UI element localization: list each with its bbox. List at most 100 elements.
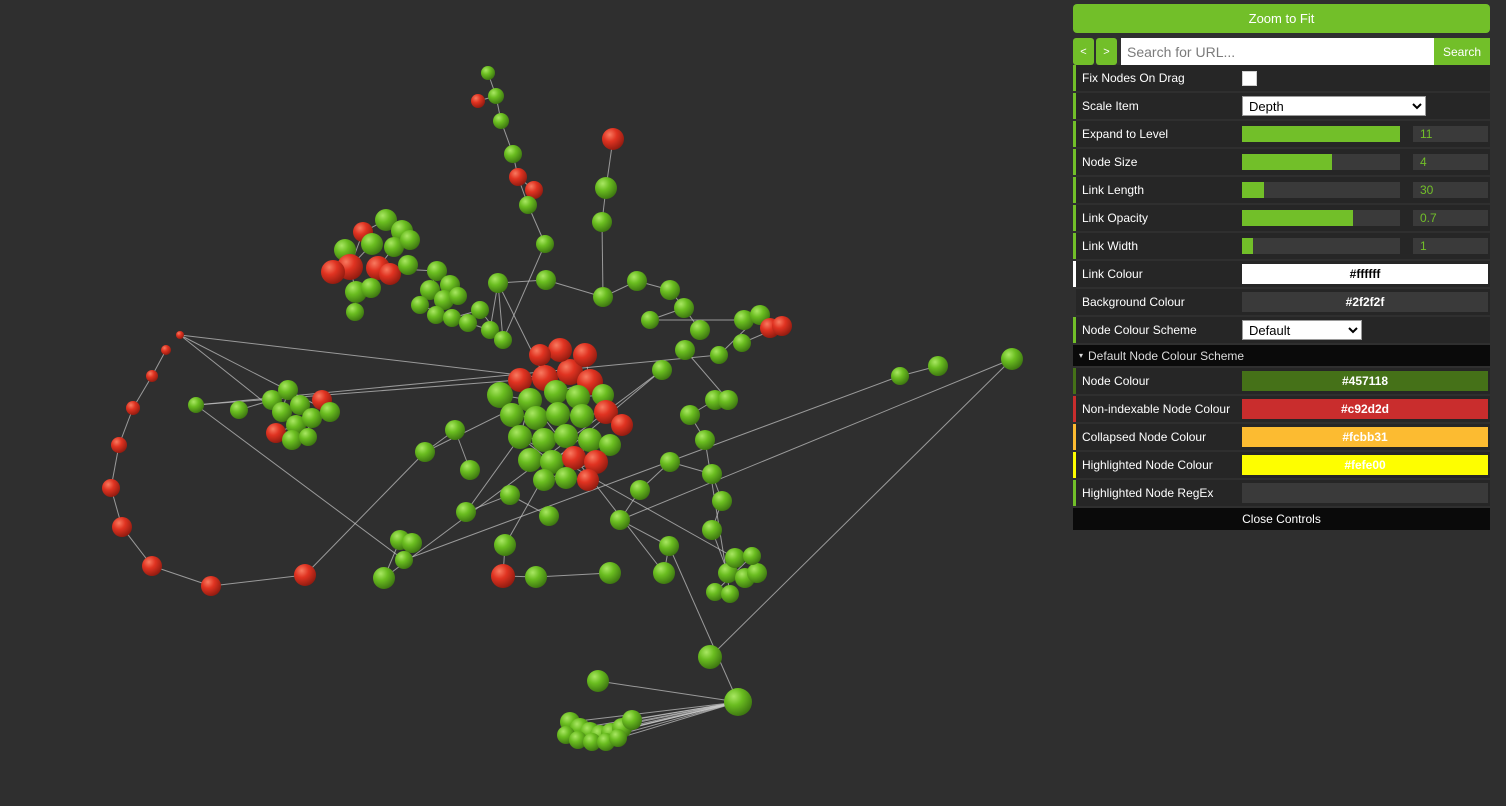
fix-nodes-on-drag-checkbox[interactable]: [1242, 70, 1257, 86]
graph-node-indexable[interactable]: [674, 298, 694, 318]
graph-node-indexable[interactable]: [488, 273, 508, 293]
graph-node-non-indexable[interactable]: [573, 343, 597, 367]
graph-node-indexable[interactable]: [443, 309, 461, 327]
link-colour-swatch[interactable]: #ffffff: [1242, 264, 1488, 284]
search-prev-button[interactable]: <: [1073, 38, 1094, 65]
graph-node-non-indexable[interactable]: [102, 479, 120, 497]
graph-node-indexable[interactable]: [747, 563, 767, 583]
graph-node-non-indexable[interactable]: [176, 331, 184, 339]
graph-node-indexable[interactable]: [622, 710, 642, 730]
graph-node-non-indexable[interactable]: [294, 564, 316, 586]
graph-node-indexable[interactable]: [1001, 348, 1023, 370]
graph-node-non-indexable[interactable]: [112, 517, 132, 537]
graph-node-indexable[interactable]: [721, 585, 739, 603]
graph-node-indexable[interactable]: [725, 548, 745, 568]
graph-node-indexable[interactable]: [361, 278, 381, 298]
graph-node-indexable[interactable]: [675, 340, 695, 360]
slider-value[interactable]: 1: [1413, 238, 1488, 254]
graph-nodes[interactable]: [102, 66, 1023, 751]
graph-node-non-indexable[interactable]: [126, 401, 140, 415]
slider-value[interactable]: 11: [1413, 126, 1488, 142]
graph-node-indexable[interactable]: [652, 360, 672, 380]
graph-node-non-indexable[interactable]: [201, 576, 221, 596]
graph-node-indexable[interactable]: [471, 301, 489, 319]
graph-node-indexable[interactable]: [395, 551, 413, 569]
graph-node-indexable[interactable]: [230, 401, 248, 419]
graph-node-indexable[interactable]: [544, 380, 568, 404]
slider-value[interactable]: 4: [1413, 154, 1488, 170]
search-button[interactable]: Search: [1434, 38, 1490, 65]
graph-node-indexable[interactable]: [302, 408, 322, 428]
graph-node-indexable[interactable]: [593, 287, 613, 307]
slider-track[interactable]: [1242, 126, 1400, 142]
graph-node-indexable[interactable]: [695, 430, 715, 450]
graph-node-indexable[interactable]: [402, 533, 422, 553]
graph-node-non-indexable[interactable]: [161, 345, 171, 355]
graph-node-indexable[interactable]: [599, 562, 621, 584]
graph-node-indexable[interactable]: [724, 688, 752, 716]
graph-node-indexable[interactable]: [488, 88, 504, 104]
scheme-colour-swatch[interactable]: #457118: [1242, 371, 1488, 391]
graph-node-indexable[interactable]: [570, 404, 594, 428]
graph-node-indexable[interactable]: [525, 566, 547, 588]
graph-node-indexable[interactable]: [500, 403, 524, 427]
graph-node-non-indexable[interactable]: [577, 469, 599, 491]
graph-node-indexable[interactable]: [539, 506, 559, 526]
slider-value[interactable]: 0.7: [1413, 210, 1488, 226]
slider-track[interactable]: [1242, 210, 1400, 226]
graph-node-indexable[interactable]: [627, 271, 647, 291]
graph-node-indexable[interactable]: [891, 367, 909, 385]
graph-node-indexable[interactable]: [733, 334, 751, 352]
node-colour-scheme-select[interactable]: DefaultDepthStatusCustom: [1242, 320, 1362, 340]
graph-node-indexable[interactable]: [415, 442, 435, 462]
graph-node-indexable[interactable]: [524, 406, 548, 430]
graph-node-indexable[interactable]: [610, 510, 630, 530]
default-node-colour-scheme-header[interactable]: ▾ Default Node Colour Scheme: [1073, 345, 1490, 368]
graph-node-indexable[interactable]: [660, 280, 680, 300]
graph-node-non-indexable[interactable]: [142, 556, 162, 576]
graph-node-indexable[interactable]: [449, 287, 467, 305]
graph-node-indexable[interactable]: [743, 547, 761, 565]
graph-node-indexable[interactable]: [690, 320, 710, 340]
graph-node-non-indexable[interactable]: [562, 446, 586, 470]
graph-node-indexable[interactable]: [595, 177, 617, 199]
graph-node-indexable[interactable]: [702, 520, 722, 540]
graph-node-non-indexable[interactable]: [471, 94, 485, 108]
graph-node-indexable[interactable]: [427, 306, 445, 324]
graph-node-indexable[interactable]: [578, 428, 602, 452]
graph-node-indexable[interactable]: [698, 645, 722, 669]
graph-node-non-indexable[interactable]: [611, 414, 633, 436]
graph-node-non-indexable[interactable]: [379, 263, 401, 285]
graph-node-non-indexable[interactable]: [321, 260, 345, 284]
graph-node-indexable[interactable]: [460, 460, 480, 480]
graph-node-indexable[interactable]: [411, 296, 429, 314]
graph-node-indexable[interactable]: [536, 235, 554, 253]
graph-node-indexable[interactable]: [481, 66, 495, 80]
graph-node-indexable[interactable]: [532, 428, 556, 452]
graph-node-indexable[interactable]: [494, 534, 516, 556]
graph-node-indexable[interactable]: [587, 670, 609, 692]
graph-node-non-indexable[interactable]: [602, 128, 624, 150]
graph-node-indexable[interactable]: [641, 311, 659, 329]
highlighted-node-regex-input[interactable]: [1242, 483, 1488, 503]
graph-node-indexable[interactable]: [555, 467, 577, 489]
graph-node-non-indexable[interactable]: [111, 437, 127, 453]
graph-node-indexable[interactable]: [504, 145, 522, 163]
slider-track[interactable]: [1242, 238, 1400, 254]
search-next-button[interactable]: >: [1096, 38, 1117, 65]
graph-node-non-indexable[interactable]: [146, 370, 158, 382]
graph-node-indexable[interactable]: [554, 424, 578, 448]
graph-node-indexable[interactable]: [320, 402, 340, 422]
graph-node-indexable[interactable]: [659, 536, 679, 556]
graph-node-indexable[interactable]: [456, 502, 476, 522]
graph-node-indexable[interactable]: [533, 469, 555, 491]
scale-item-select[interactable]: DepthSizeLinksNone: [1242, 96, 1426, 116]
graph-node-indexable[interactable]: [445, 420, 465, 440]
graph-node-indexable[interactable]: [494, 331, 512, 349]
graph-node-indexable[interactable]: [592, 212, 612, 232]
graph-node-indexable[interactable]: [712, 491, 732, 511]
scheme-colour-swatch[interactable]: #fcbb31: [1242, 427, 1488, 447]
graph-node-indexable[interactable]: [653, 562, 675, 584]
graph-node-indexable[interactable]: [188, 397, 204, 413]
graph-node-indexable[interactable]: [373, 567, 395, 589]
